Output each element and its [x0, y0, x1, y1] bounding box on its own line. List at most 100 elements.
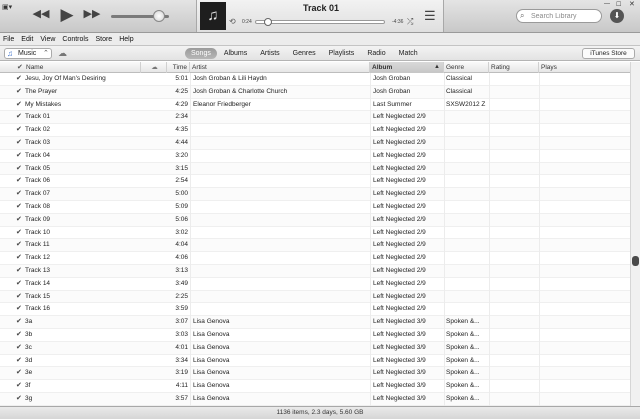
- table-row[interactable]: ✔ 3b 3:03 Lisa Genova Left Neglected 3/9 Spok…: [0, 328, 630, 342]
- song-checkbox[interactable]: ✔: [16, 111, 24, 124]
- column-header-rating[interactable]: Rating: [489, 62, 539, 73]
- song-genre: [446, 227, 491, 240]
- shuffle-icon[interactable]: ⤮: [407, 17, 413, 27]
- song-checkbox[interactable]: ✔: [16, 86, 24, 99]
- song-checkbox[interactable]: ✔: [16, 163, 24, 176]
- column-header-plays[interactable]: Plays: [539, 62, 579, 73]
- column-header-album[interactable]: Album ▲: [370, 62, 444, 73]
- table-row[interactable]: ✔ Track 06 2:54 Left Neglected 2/9: [0, 175, 630, 189]
- check-all-checkbox[interactable]: ✔: [17, 62, 23, 73]
- repeat-icon[interactable]: ⟲: [229, 17, 236, 26]
- table-row[interactable]: ✔ Track 12 4:06 Left Neglected 2/9: [0, 252, 630, 265]
- menu-item-edit[interactable]: Edit: [21, 36, 33, 43]
- playback-progress-knob[interactable]: [263, 18, 272, 26]
- table-row[interactable]: ✔ Track 01 2:34 Left Neglected 2/9: [0, 111, 630, 125]
- song-checkbox[interactable]: ✔: [16, 252, 24, 265]
- play-button[interactable]: ▶: [57, 6, 77, 23]
- table-row[interactable]: ✔ Track 10 3:02 Left Neglected 2/9: [0, 226, 630, 240]
- tab-artists[interactable]: Artists: [254, 48, 285, 59]
- media-source-select[interactable]: ♫ Music ⌃: [4, 48, 52, 59]
- song-checkbox[interactable]: ✔: [16, 73, 24, 86]
- vertical-scrollbar[interactable]: [630, 62, 640, 406]
- window-maximize-button[interactable]: ☐: [616, 1, 621, 8]
- table-row[interactable]: ✔ Track 05 3:15 Left Neglected 2/9: [0, 162, 630, 176]
- window-minimize-button[interactable]: —: [604, 1, 610, 7]
- song-checkbox[interactable]: ✔: [16, 137, 24, 150]
- song-checkbox[interactable]: ✔: [16, 227, 24, 240]
- previous-track-button[interactable]: ◀◀: [32, 9, 50, 20]
- scrollbar-thumb[interactable]: [632, 255, 639, 266]
- table-row[interactable]: ✔ Track 09 5:06 Left Neglected 2/9: [0, 213, 630, 227]
- column-header-name[interactable]: Name: [24, 62, 141, 73]
- table-row[interactable]: ✔ 3a 3:07 Lisa Genova Left Neglected 3/9 Spok…: [0, 316, 630, 329]
- song-checkbox[interactable]: ✔: [16, 239, 24, 252]
- table-row[interactable]: ✔ Track 03 4:44 Left Neglected 2/9: [0, 136, 630, 150]
- table-row[interactable]: ✔ The Prayer 4:25 Josh Groban & Charlotte C…: [0, 85, 630, 99]
- song-checkbox[interactable]: ✔: [16, 342, 24, 355]
- icloud-icon[interactable]: ☁: [58, 48, 67, 59]
- song-checkbox[interactable]: ✔: [16, 201, 24, 214]
- tab-match[interactable]: Match: [393, 48, 424, 59]
- next-track-button[interactable]: ▶▶: [83, 9, 101, 20]
- song-checkbox[interactable]: ✔: [16, 214, 24, 227]
- app-menu-button[interactable]: ▣▾: [2, 3, 16, 13]
- tab-genres[interactable]: Genres: [287, 48, 322, 59]
- up-next-list-icon[interactable]: ☰: [424, 8, 436, 24]
- song-checkbox[interactable]: ✔: [16, 278, 24, 291]
- song-checkbox[interactable]: ✔: [16, 124, 24, 137]
- tab-playlists[interactable]: Playlists: [323, 48, 361, 59]
- song-checkbox[interactable]: ✔: [16, 150, 24, 163]
- song-checkbox[interactable]: ✔: [16, 316, 24, 329]
- table-row[interactable]: ✔ Track 13 3:13 Left Neglected 2/9: [0, 264, 630, 278]
- song-checkbox[interactable]: ✔: [16, 329, 24, 342]
- column-header-genre[interactable]: Genre: [444, 62, 489, 73]
- song-checkbox[interactable]: ✔: [16, 303, 24, 316]
- table-row[interactable]: ✔ 3e 3:19 Lisa Genova Left Neglected 3/9 Spok…: [0, 367, 630, 381]
- tab-albums[interactable]: Albums: [218, 48, 253, 59]
- cloud-status-column-icon[interactable]: ☁: [141, 62, 167, 73]
- tab-songs[interactable]: Songs: [185, 48, 217, 59]
- menu-item-file[interactable]: File: [3, 36, 14, 43]
- search-input[interactable]: [531, 11, 599, 22]
- itunes-store-button[interactable]: iTunes Store: [582, 48, 635, 59]
- table-row[interactable]: ✔ Track 07 5:00 Left Neglected 2/9: [0, 188, 630, 201]
- table-row[interactable]: ✔ Jesu, Joy Of Man's Desiring 5:01 Josh Gro…: [0, 73, 630, 86]
- menu-item-help[interactable]: Help: [119, 36, 133, 43]
- table-row[interactable]: ✔ Track 11 4:04 Left Neglected 2/9: [0, 239, 630, 253]
- table-row[interactable]: ✔ Track 08 5:09 Left Neglected 2/9: [0, 200, 630, 214]
- table-row[interactable]: ✔ 3d 3:34 Lisa Genova Left Neglected 3/9 Spok…: [0, 354, 630, 368]
- menu-item-store[interactable]: Store: [95, 36, 112, 43]
- window-close-button[interactable]: ✕: [629, 0, 635, 8]
- table-row[interactable]: ✔ 3f 4:11 Lisa Genova Left Neglected 3/9 Spok…: [0, 380, 630, 393]
- playback-progress-bar[interactable]: [255, 18, 385, 26]
- menu-item-controls[interactable]: Controls: [62, 36, 88, 43]
- song-artist: Lisa Genova: [193, 330, 230, 338]
- elapsed-time: 0:24: [242, 19, 252, 25]
- menu-item-view[interactable]: View: [40, 36, 55, 43]
- album-artwork[interactable]: ♫: [200, 2, 226, 30]
- column-header-time[interactable]: Time: [167, 62, 190, 73]
- column-header-artist[interactable]: Artist: [190, 62, 370, 73]
- song-checkbox[interactable]: ✔: [16, 175, 24, 188]
- song-checkbox[interactable]: ✔: [16, 380, 24, 393]
- table-row[interactable]: ✔ 3g 3:57 Lisa Genova Left Neglected 3/9 Spok…: [0, 392, 630, 406]
- song-checkbox[interactable]: ✔: [16, 355, 24, 368]
- table-row[interactable]: ✔ Track 04 3:20 Left Neglected 2/9: [0, 149, 630, 163]
- table-row[interactable]: ✔ Track 15 2:25 Left Neglected 2/9: [0, 290, 630, 304]
- song-time: 3:49: [175, 279, 188, 287]
- song-checkbox[interactable]: ✔: [16, 99, 24, 112]
- table-row[interactable]: ✔ 3c 4:01 Lisa Genova Left Neglected 3/9 Spok…: [0, 341, 630, 355]
- tab-radio[interactable]: Radio: [361, 48, 391, 59]
- downloads-icon[interactable]: ⬇: [610, 9, 624, 23]
- table-row[interactable]: ✔ Track 14 3:49 Left Neglected 2/9: [0, 277, 630, 291]
- table-row[interactable]: ✔ My Mistakes 4:29 Eleanor Friedberger Last …: [0, 98, 630, 112]
- search-box[interactable]: ⌕: [516, 9, 602, 23]
- table-row[interactable]: ✔ Track 16 3:59 Left Neglected 2/9: [0, 303, 630, 317]
- song-checkbox[interactable]: ✔: [16, 393, 24, 406]
- song-checkbox[interactable]: ✔: [16, 367, 24, 380]
- volume-slider-knob[interactable]: [153, 10, 166, 22]
- song-checkbox[interactable]: ✔: [16, 188, 24, 201]
- song-checkbox[interactable]: ✔: [16, 291, 24, 304]
- table-row[interactable]: ✔ Track 02 4:35 Left Neglected 2/9: [0, 124, 630, 137]
- song-checkbox[interactable]: ✔: [16, 265, 24, 278]
